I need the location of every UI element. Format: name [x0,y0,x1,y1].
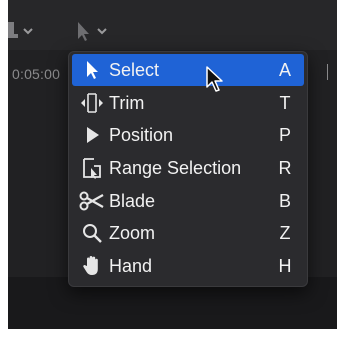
position-icon [77,123,107,147]
tools-menu: Select A Trim T Position P Range Selecti… [68,51,308,287]
arrow-tool-icon [78,22,107,41]
menu-item-position[interactable]: Position P [72,119,304,151]
menu-item-label: Trim [109,92,145,113]
hand-icon [77,254,107,278]
menu-item-label: Select [109,59,160,80]
menu-item-zoom[interactable]: Zoom Z [72,217,304,249]
menu-item-trim[interactable]: Trim T [72,87,304,119]
menu-item-shortcut: B [278,190,291,211]
menu-item-shortcut: T [279,92,291,113]
tools-popup-button[interactable] [72,20,112,42]
previous-tool-popup[interactable] [8,20,36,40]
menu-item-hand[interactable]: Hand H [72,250,304,282]
menu-item-shortcut: H [278,255,292,276]
zoom-icon [77,221,107,245]
trim-icon [77,91,107,115]
menu-item-label: Blade [109,190,156,211]
timecode-label: 0:05:00 [12,66,61,82]
menu-item-blade[interactable]: Blade B [72,185,304,217]
menu-item-shortcut: R [278,157,292,178]
blade-icon [77,189,107,213]
menu-item-shortcut: P [278,124,291,145]
ruler-tick [327,64,328,80]
mouse-pointer-icon [205,66,227,99]
menu-item-label: Range Selection [109,157,242,178]
range-selection-icon [77,156,107,180]
menu-item-label: Zoom [109,222,156,243]
menu-item-shortcut: Z [279,222,291,243]
menu-item-select[interactable]: Select A [72,54,304,86]
arrow-icon [77,58,107,82]
app-frame: 0:05:00 Select A Trim T Position P Range… [8,0,337,329]
toolbar [8,0,337,50]
menu-item-label: Position [109,124,174,145]
menu-item-shortcut: A [278,59,291,80]
menu-item-range-selection[interactable]: Range Selection R [72,152,304,184]
menu-item-label: Hand [109,255,153,276]
tool-icon [8,22,33,38]
